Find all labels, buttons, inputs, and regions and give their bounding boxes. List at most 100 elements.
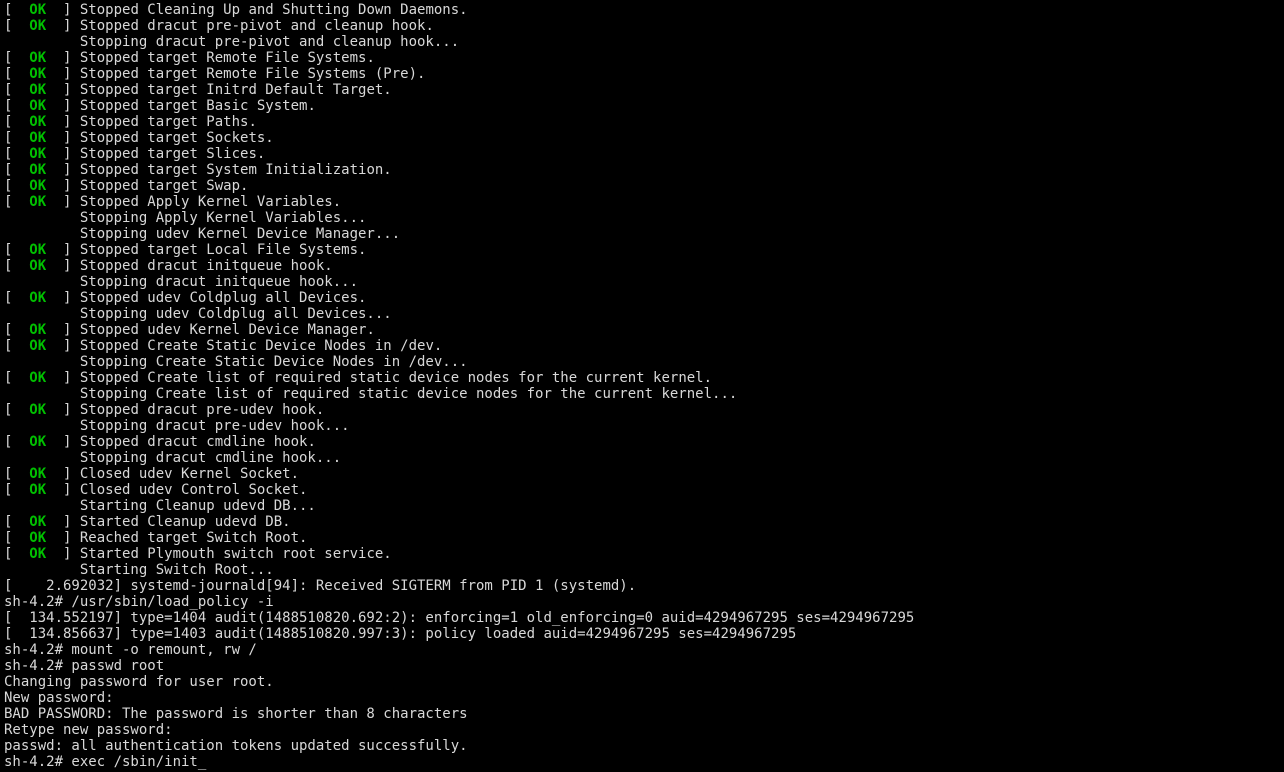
console-line: Starting Cleanup udevd DB... (4, 498, 1280, 514)
console-message: Stopped Create Static Device Nodes in /d… (80, 338, 442, 354)
console-line: [ OK ] Stopped target System Initializat… (4, 162, 1280, 178)
status-ok: OK (29, 370, 46, 386)
bracket-close: ] (46, 258, 80, 274)
console-line: Stopping dracut pre-pivot and cleanup ho… (4, 34, 1280, 50)
bracket-close: ] (46, 66, 80, 82)
bracket-close: ] (46, 50, 80, 66)
bracket-open: [ (4, 194, 29, 210)
console-line: [ OK ] Stopped target Basic System. (4, 98, 1280, 114)
console-line: [ OK ] Started Plymouth switch root serv… (4, 546, 1280, 562)
console-line: [ OK ] Stopped Apply Kernel Variables. (4, 194, 1280, 210)
bracket-close: ] (46, 322, 80, 338)
console-message: Changing password for user root. (4, 674, 274, 690)
console-line: [ OK ] Closed udev Kernel Socket. (4, 466, 1280, 482)
console-line: sh-4.2# /usr/sbin/load_policy -i (4, 594, 1280, 610)
console-line: [ OK ] Stopped dracut initqueue hook. (4, 258, 1280, 274)
console-message: sh-4.2# exec /sbin/init_ (4, 754, 206, 770)
console-message: Stopping Apply Kernel Variables... (4, 210, 366, 226)
status-ok: OK (29, 18, 46, 34)
bracket-close: ] (46, 82, 80, 98)
console-message: Stopped target Sockets. (80, 130, 274, 146)
status-ok: OK (29, 114, 46, 130)
console-line: Retype new password: (4, 722, 1280, 738)
bracket-open: [ (4, 178, 29, 194)
console-line: Stopping Apply Kernel Variables... (4, 210, 1280, 226)
console-message: Stopped target Swap. (80, 178, 249, 194)
status-ok: OK (29, 258, 46, 274)
bracket-open: [ (4, 466, 29, 482)
status-ok: OK (29, 290, 46, 306)
console-line: Stopping udev Kernel Device Manager... (4, 226, 1280, 242)
console-message: [ 134.552197] type=1404 audit(1488510820… (4, 610, 914, 626)
console-line: [ OK ] Stopped udev Kernel Device Manage… (4, 322, 1280, 338)
console-message: Stopping dracut initqueue hook... (4, 274, 358, 290)
bracket-open: [ (4, 162, 29, 178)
status-ok: OK (29, 82, 46, 98)
console-line: [ OK ] Stopped target Local File Systems… (4, 242, 1280, 258)
console-message: passwd: all authentication tokens update… (4, 738, 468, 754)
console-message: New password: (4, 690, 114, 706)
console-message: Reached target Switch Root. (80, 530, 308, 546)
bracket-open: [ (4, 146, 29, 162)
status-ok: OK (29, 66, 46, 82)
status-ok: OK (29, 162, 46, 178)
bracket-open: [ (4, 482, 29, 498)
console-line: [ OK ] Reached target Switch Root. (4, 530, 1280, 546)
console-line: [ OK ] Stopped target Sockets. (4, 130, 1280, 146)
console-line: [ OK ] Stopped target Swap. (4, 178, 1280, 194)
status-ok: OK (29, 546, 46, 562)
console-message: [ 134.856637] type=1403 audit(1488510820… (4, 626, 796, 642)
console-message: Stopped target Local File Systems. (80, 242, 367, 258)
bracket-close: ] (46, 178, 80, 194)
bracket-close: ] (46, 530, 80, 546)
console-message: Stopped Create list of required static d… (80, 370, 712, 386)
console-line: [ OK ] Stopped Cleaning Up and Shutting … (4, 2, 1280, 18)
console-line: Stopping Create Static Device Nodes in /… (4, 354, 1280, 370)
console-message: sh-4.2# mount -o remount, rw / (4, 642, 257, 658)
console-line: [ OK ] Stopped target Slices. (4, 146, 1280, 162)
bracket-open: [ (4, 514, 29, 530)
bracket-close: ] (46, 338, 80, 354)
console-message: Stopped udev Coldplug all Devices. (80, 290, 367, 306)
console-line: Changing password for user root. (4, 674, 1280, 690)
bracket-close: ] (46, 402, 80, 418)
console-line: [ OK ] Stopped target Initrd Default Tar… (4, 82, 1280, 98)
console-message: Stopped Cleaning Up and Shutting Down Da… (80, 2, 468, 18)
status-ok: OK (29, 146, 46, 162)
console-line: [ OK ] Stopped target Paths. (4, 114, 1280, 130)
bracket-close: ] (46, 242, 80, 258)
bracket-close: ] (46, 514, 80, 530)
console-line: Stopping dracut cmdline hook... (4, 450, 1280, 466)
bracket-open: [ (4, 242, 29, 258)
console-line: [ OK ] Stopped Create Static Device Node… (4, 338, 1280, 354)
status-ok: OK (29, 130, 46, 146)
console-message: Stopping dracut pre-pivot and cleanup ho… (4, 34, 459, 50)
bracket-open: [ (4, 258, 29, 274)
console-line: Stopping dracut pre-udev hook... (4, 418, 1280, 434)
console-message: Stopping udev Kernel Device Manager... (4, 226, 400, 242)
bracket-close: ] (46, 466, 80, 482)
console-message: Stopping Create Static Device Nodes in /… (4, 354, 468, 370)
console-line: Starting Switch Root... (4, 562, 1280, 578)
bracket-close: ] (46, 98, 80, 114)
status-ok: OK (29, 98, 46, 114)
bracket-open: [ (4, 370, 29, 386)
console-line: [ OK ] Stopped dracut cmdline hook. (4, 434, 1280, 450)
console-line: [ OK ] Stopped Create list of required s… (4, 370, 1280, 386)
console-line: [ 2.692032] systemd-journald[94]: Receiv… (4, 578, 1280, 594)
status-ok: OK (29, 402, 46, 418)
bracket-close: ] (46, 290, 80, 306)
status-ok: OK (29, 2, 46, 18)
bracket-open: [ (4, 50, 29, 66)
console-line: [ OK ] Stopped target Remote File System… (4, 50, 1280, 66)
console-message: sh-4.2# passwd root (4, 658, 164, 674)
console-line: Stopping dracut initqueue hook... (4, 274, 1280, 290)
status-ok: OK (29, 50, 46, 66)
console-line: passwd: all authentication tokens update… (4, 738, 1280, 754)
console-message: Stopping Create list of required static … (4, 386, 737, 402)
terminal-output[interactable]: [ OK ] Stopped Cleaning Up and Shutting … (0, 0, 1284, 772)
console-message: Stopped udev Kernel Device Manager. (80, 322, 375, 338)
console-line: sh-4.2# exec /sbin/init_ (4, 754, 1280, 770)
status-ok: OK (29, 242, 46, 258)
bracket-open: [ (4, 66, 29, 82)
